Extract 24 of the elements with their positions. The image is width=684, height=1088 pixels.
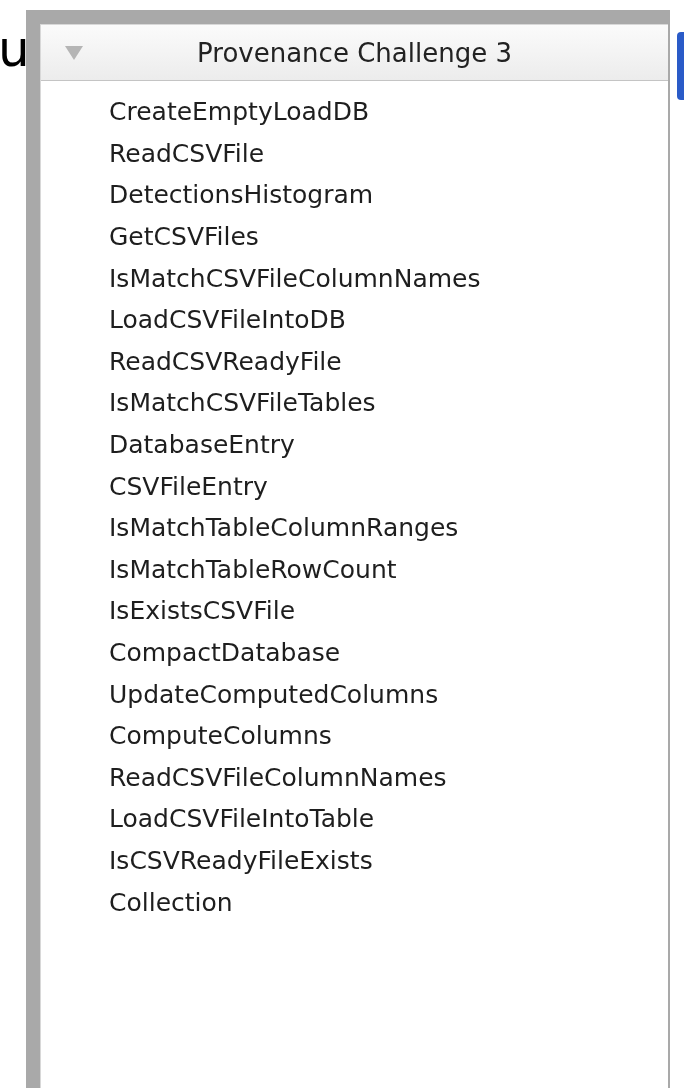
list-item[interactable]: IsCSVReadyFileExists [109, 848, 373, 873]
list-item[interactable]: LoadCSVFileIntoTable [109, 806, 375, 832]
list-item[interactable]: DetectionsHistogram [109, 182, 374, 208]
list-item[interactable]: ReadCSVReadyFile [109, 348, 342, 374]
list-item[interactable]: CSVFileEntry [109, 473, 268, 499]
list-item[interactable]: GetCSVFiles [109, 224, 259, 250]
panel-header[interactable]: Provenance Challenge 3 [41, 25, 668, 81]
list-item[interactable]: IsMatchTableColumnRanges [109, 515, 459, 541]
list-item[interactable]: Collection [109, 889, 233, 915]
list-item[interactable]: ReadCSVFileColumnNames [109, 764, 447, 790]
list-item[interactable]: CreateEmptyLoadDB [109, 99, 370, 125]
disclosure-triangle-icon[interactable] [63, 45, 85, 61]
list-item[interactable]: IsMatchCSVFileColumnNames [109, 265, 481, 291]
list-item[interactable]: ComputeColumns [109, 723, 332, 749]
panel-title: Provenance Challenge 3 [197, 39, 512, 66]
list-item[interactable]: IsMatchTableRowCount [109, 556, 397, 582]
background-text: u [0, 24, 30, 74]
list-item[interactable]: CompactDatabase [109, 640, 341, 665]
list-item[interactable]: LoadCSVFileIntoDB [109, 307, 346, 333]
list-item[interactable]: IsMatchCSVFileTables [109, 390, 376, 416]
list-item[interactable]: UpdateComputedColumns [109, 681, 439, 707]
list-item[interactable]: ReadCSVFile [109, 140, 265, 166]
list-item[interactable]: IsExistsCSVFile [109, 598, 296, 624]
list-item[interactable]: DatabaseEntry [109, 432, 295, 458]
